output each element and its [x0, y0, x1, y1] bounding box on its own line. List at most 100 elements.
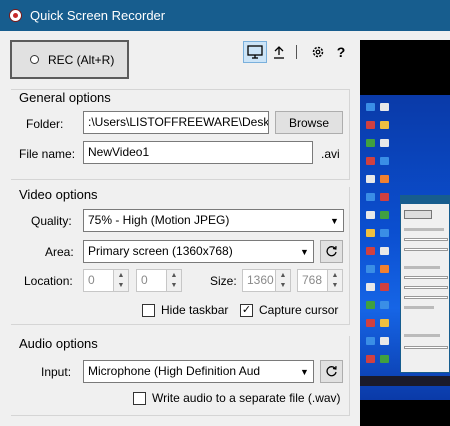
capture-cursor-label: Capture cursor	[259, 303, 339, 317]
browse-button[interactable]: Browse	[275, 111, 343, 134]
preview-mini-line	[404, 306, 434, 309]
quality-select[interactable]: 75% - High (Motion JPEG) ▼	[83, 209, 344, 232]
hide-taskbar-label: Hide taskbar	[161, 303, 229, 317]
file-name-label: File name:	[19, 147, 76, 161]
preview-mini-titlebar	[401, 196, 449, 204]
preview-taskbar	[360, 376, 450, 386]
location-x-value: 0	[88, 273, 95, 287]
desktop-shortcut-icon	[366, 265, 375, 273]
location-y-spinner[interactable]: 0 ▲ ▼	[136, 269, 182, 292]
record-app-icon	[9, 9, 22, 22]
preview-mini-line	[404, 286, 448, 289]
spinner-arrows-icon: ▲ ▼	[327, 270, 342, 291]
video-options-group: Video options Quality: 75% - High (Motio…	[11, 187, 350, 325]
desktop-shortcut-icon	[366, 157, 375, 165]
spinner-arrows-icon: ▲ ▼	[113, 270, 128, 291]
desktop-shortcut-icon	[380, 337, 389, 345]
screen-preview	[360, 40, 450, 426]
desktop-shortcut-icon	[366, 283, 375, 291]
preview-mini-line	[404, 248, 448, 251]
desktop-shortcut-icon	[366, 247, 375, 255]
desktop-shortcut-icon	[380, 283, 389, 291]
folder-label: Folder:	[26, 117, 64, 131]
desktop-shortcut-icon	[366, 355, 375, 363]
title-bar: Quick Screen Recorder	[0, 0, 450, 31]
window-title: Quick Screen Recorder	[30, 8, 166, 23]
desktop-preview	[360, 95, 450, 400]
audio-options-group: Audio options Input: Microphone (High De…	[11, 336, 350, 416]
desktop-shortcut-icon	[366, 139, 375, 147]
quality-label: Quality:	[31, 214, 72, 228]
refresh-icon	[326, 246, 337, 257]
desktop-shortcut-icon	[366, 193, 375, 201]
size-label: Size:	[210, 274, 237, 288]
desktop-shortcut-icon	[380, 265, 389, 273]
area-select[interactable]: Primary screen (1360x768) ▼	[83, 240, 314, 263]
desktop-shortcut-icon	[366, 301, 375, 309]
audio-options-title: Audio options	[19, 336, 98, 351]
upload-icon[interactable]	[270, 41, 288, 63]
input-label: Input:	[41, 365, 72, 379]
desktop-shortcut-icon	[380, 247, 389, 255]
spinner-arrows-icon: ▲ ▼	[275, 270, 290, 291]
desktop-shortcut-icon	[380, 139, 389, 147]
chevron-down-icon: ▼	[330, 215, 339, 226]
chevron-down-icon: ▼	[300, 366, 309, 377]
refresh-input-button[interactable]	[320, 360, 343, 383]
help-icon[interactable]: ?	[333, 41, 349, 63]
gear-icon[interactable]	[309, 41, 327, 63]
preview-mini-line	[404, 238, 448, 241]
audio-input-value: Microphone (High Definition Aud	[88, 364, 261, 378]
record-button-label: REC (Alt+R)	[48, 52, 115, 67]
toolbar-separator	[296, 45, 297, 59]
desktop-shortcut-icon	[380, 301, 389, 309]
desktop-shortcut-icon	[366, 103, 375, 111]
refresh-area-button[interactable]	[320, 240, 343, 263]
location-x-spinner[interactable]: 0 ▲ ▼	[83, 269, 129, 292]
desktop-shortcut-icon	[380, 319, 389, 327]
video-options-title: Video options	[19, 187, 98, 202]
record-button[interactable]: REC (Alt+R)	[10, 40, 129, 79]
spinner-arrows-icon: ▲ ▼	[166, 270, 181, 291]
folder-field[interactable]: :\Users\LISTOFFREEWARE\Desktop	[83, 111, 269, 134]
checkbox-unchecked-icon	[133, 391, 146, 405]
desktop-shortcut-icon	[366, 121, 375, 129]
chevron-down-icon: ▼	[300, 246, 309, 257]
checkmark-icon: ✓	[240, 303, 253, 317]
desktop-shortcut-icon	[380, 103, 389, 111]
location-y-value: 0	[141, 273, 148, 287]
audio-input-select[interactable]: Microphone (High Definition Aud ▼	[83, 360, 314, 383]
separate-audio-label: Write audio to a separate file (.wav)	[152, 391, 341, 405]
desktop-shortcut-icon	[366, 319, 375, 327]
general-options-title: General options	[19, 90, 111, 105]
size-height-spinner[interactable]: 768 ▲ ▼	[297, 269, 343, 292]
preview-mini-window	[400, 195, 450, 373]
capture-cursor-checkbox[interactable]: ✓ Capture cursor	[240, 303, 338, 317]
file-extension: .avi	[321, 147, 340, 161]
size-height-value: 768	[302, 273, 323, 287]
preview-mini-rec	[404, 210, 432, 219]
preview-mini-line	[404, 266, 440, 269]
file-name-field[interactable]: NewVideo1	[83, 141, 313, 164]
hide-taskbar-checkbox[interactable]: Hide taskbar	[142, 303, 228, 317]
desktop-shortcut-icon	[366, 337, 375, 345]
preview-mini-line	[404, 228, 444, 231]
preview-mini-line	[404, 296, 448, 299]
refresh-icon	[326, 366, 337, 377]
desktop-shortcut-icon	[380, 355, 389, 363]
checkbox-unchecked-icon	[142, 303, 155, 317]
size-width-spinner[interactable]: 1360 ▲ ▼	[242, 269, 291, 292]
record-dot-icon	[30, 55, 39, 64]
desktop-shortcut-icon	[380, 175, 389, 183]
general-options-group: General options Folder: :\Users\LISTOFFR…	[11, 89, 350, 180]
separate-audio-checkbox[interactable]: Write audio to a separate file (.wav)	[133, 391, 341, 405]
desktop-shortcut-icon	[380, 121, 389, 129]
preview-mini-line	[404, 276, 448, 279]
preview-mini-line	[404, 346, 448, 349]
location-label: Location:	[24, 274, 73, 288]
monitor-icon[interactable]	[243, 41, 267, 63]
preview-mini-line	[404, 334, 440, 337]
desktop-shortcut-icon	[380, 229, 389, 237]
desktop-shortcut-icon	[380, 211, 389, 219]
size-width-value: 1360	[247, 273, 274, 287]
